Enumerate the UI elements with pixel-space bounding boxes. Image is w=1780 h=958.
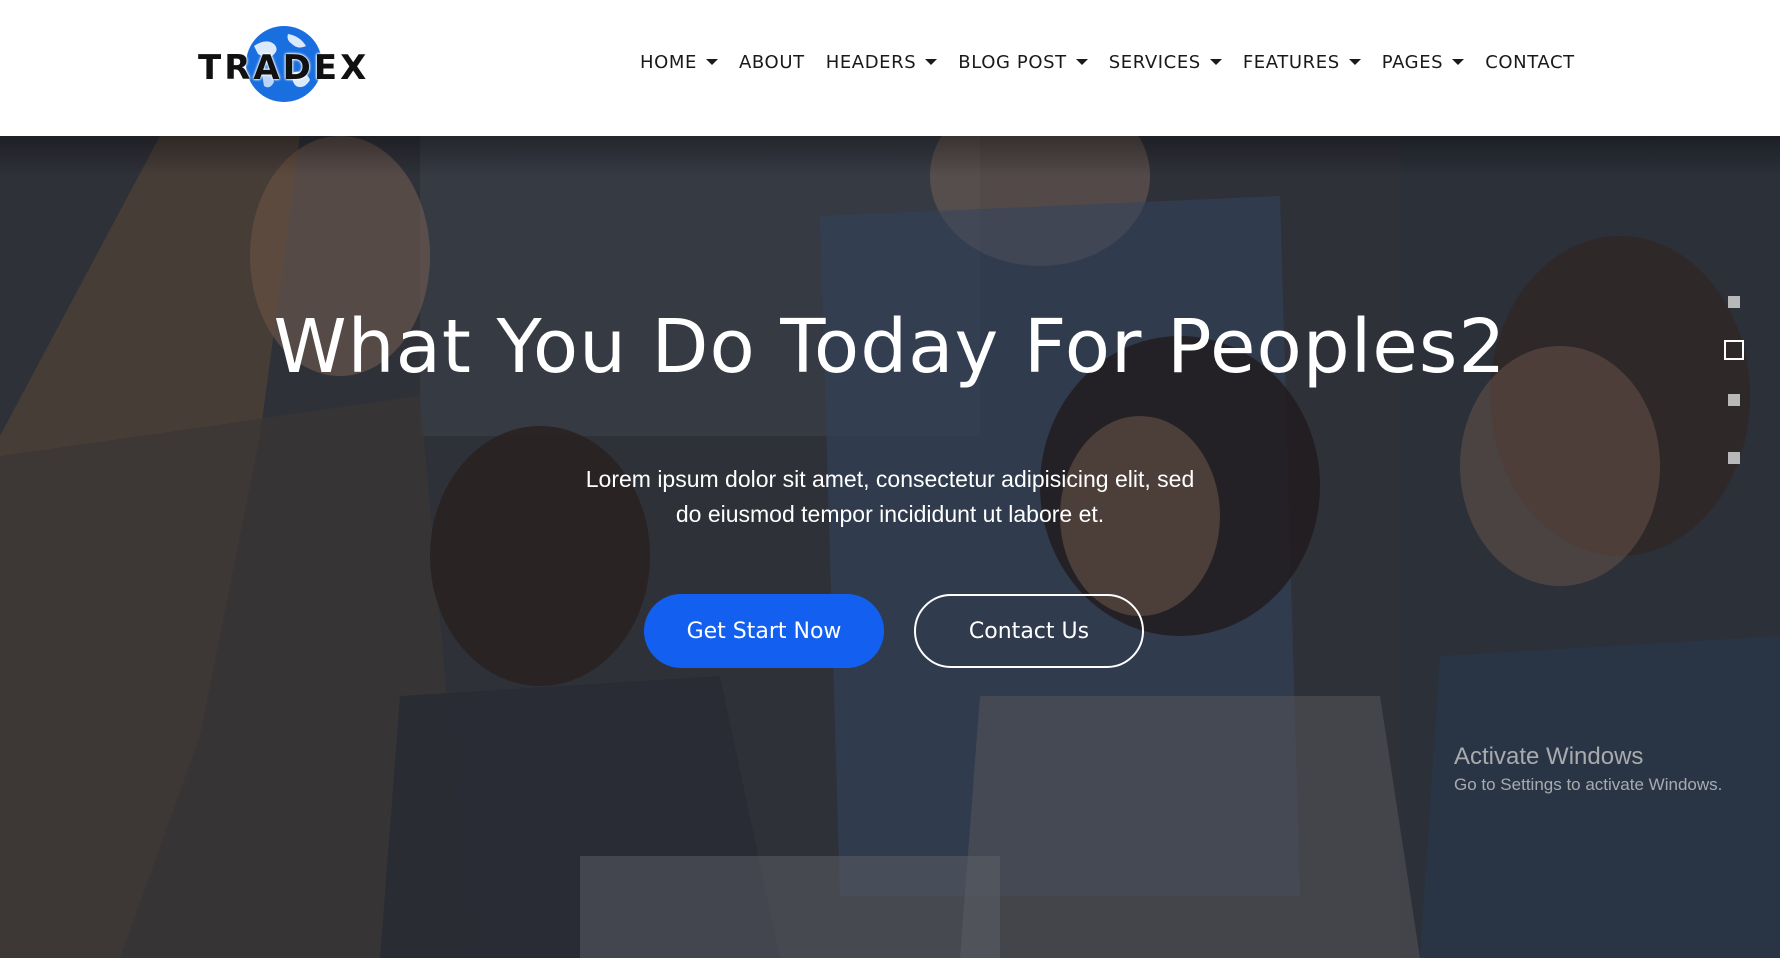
nav-item-label: BLOG POST — [958, 51, 1067, 73]
watermark-subtitle: Go to Settings to activate Windows. — [1454, 775, 1723, 794]
hero-description: Lorem ipsum dolor sit amet, consectetur … — [560, 462, 1220, 532]
brand-name: TRADEX — [198, 48, 370, 88]
windows-activation-watermark: Activate Windows Go to Settings to activ… — [1454, 742, 1764, 798]
hero-overlay — [0, 136, 1780, 958]
slider-pagination — [1722, 296, 1746, 476]
nav-item-label: PAGES — [1381, 51, 1444, 73]
caret-down-icon — [1452, 59, 1465, 65]
slider-dot[interactable] — [1728, 296, 1740, 308]
site-header: TRADEX HOME ABOUT HEADERS BLOG POST SERV… — [0, 0, 1780, 136]
watermark-title: Activate Windows — [1454, 743, 1644, 770]
nav-item-label: SERVICES — [1108, 51, 1201, 73]
hero-description-line: Lorem ipsum dolor sit amet, consectetur … — [585, 466, 1195, 492]
caret-down-icon — [1209, 59, 1222, 65]
caret-down-icon — [706, 59, 719, 65]
caret-down-icon — [1075, 59, 1088, 65]
nav-item-label: HEADERS — [825, 51, 917, 73]
nav-item-headers[interactable]: HEADERS — [826, 52, 938, 73]
get-start-now-button[interactable]: Get Start Now — [644, 594, 884, 668]
slider-dot[interactable] — [1728, 452, 1740, 464]
caret-down-icon — [925, 59, 938, 65]
nav-item-contact[interactable]: CONTACT — [1485, 52, 1575, 73]
header-shadow — [0, 136, 1780, 176]
hero-title: What You Do Today For Peoples2 — [273, 304, 1507, 390]
nav-item-pages[interactable]: PAGES — [1381, 51, 1465, 73]
nav-item-label: FEATURES — [1242, 51, 1340, 73]
nav-item-label: CONTACT — [1485, 51, 1575, 73]
nav-item-label: HOME — [640, 51, 698, 73]
hero-description-line: do eiusmod tempor incididunt ut labore e… — [675, 501, 1105, 527]
slider-dot-active[interactable] — [1724, 340, 1744, 360]
nav-item-features[interactable]: FEATURES — [1243, 52, 1361, 73]
slider-dot[interactable] — [1728, 394, 1740, 406]
nav-item-services[interactable]: SERVICES — [1109, 52, 1222, 73]
nav-item-about[interactable]: ABOUT — [739, 52, 805, 73]
nav-item-home[interactable]: HOME — [640, 51, 719, 73]
nav-item-label: ABOUT — [739, 51, 805, 73]
caret-down-icon — [1348, 59, 1361, 65]
nav-item-blog-post[interactable]: BLOG POST — [958, 51, 1088, 73]
brand-logo[interactable]: TRADEX — [198, 22, 370, 106]
contact-us-button[interactable]: Contact Us — [914, 594, 1144, 668]
main-nav: HOME ABOUT HEADERS BLOG POST SERVICES FE… — [640, 46, 1575, 78]
hero-section: What You Do Today For Peoples2 Lorem ips… — [0, 136, 1780, 958]
